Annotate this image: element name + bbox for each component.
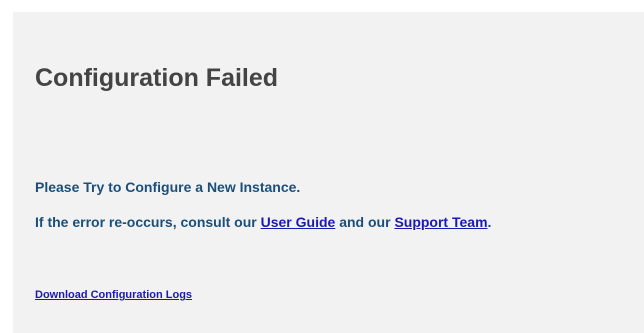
help-message-suffix: . xyxy=(487,214,492,230)
support-team-link[interactable]: Support Team xyxy=(394,214,487,230)
help-message-prefix: If the error re-occurs, consult our xyxy=(35,214,261,230)
page-title: Configuration Failed xyxy=(35,64,279,92)
help-message-middle: and our xyxy=(335,214,395,230)
help-message: If the error re-occurs, consult our User… xyxy=(35,213,491,231)
retry-message: Please Try to Configure a New Instance. xyxy=(35,179,301,195)
user-guide-link[interactable]: User Guide xyxy=(261,214,336,230)
download-logs-link[interactable]: Download Configuration Logs xyxy=(35,288,192,302)
error-panel: Configuration Failed Please Try to Confi… xyxy=(13,12,644,333)
